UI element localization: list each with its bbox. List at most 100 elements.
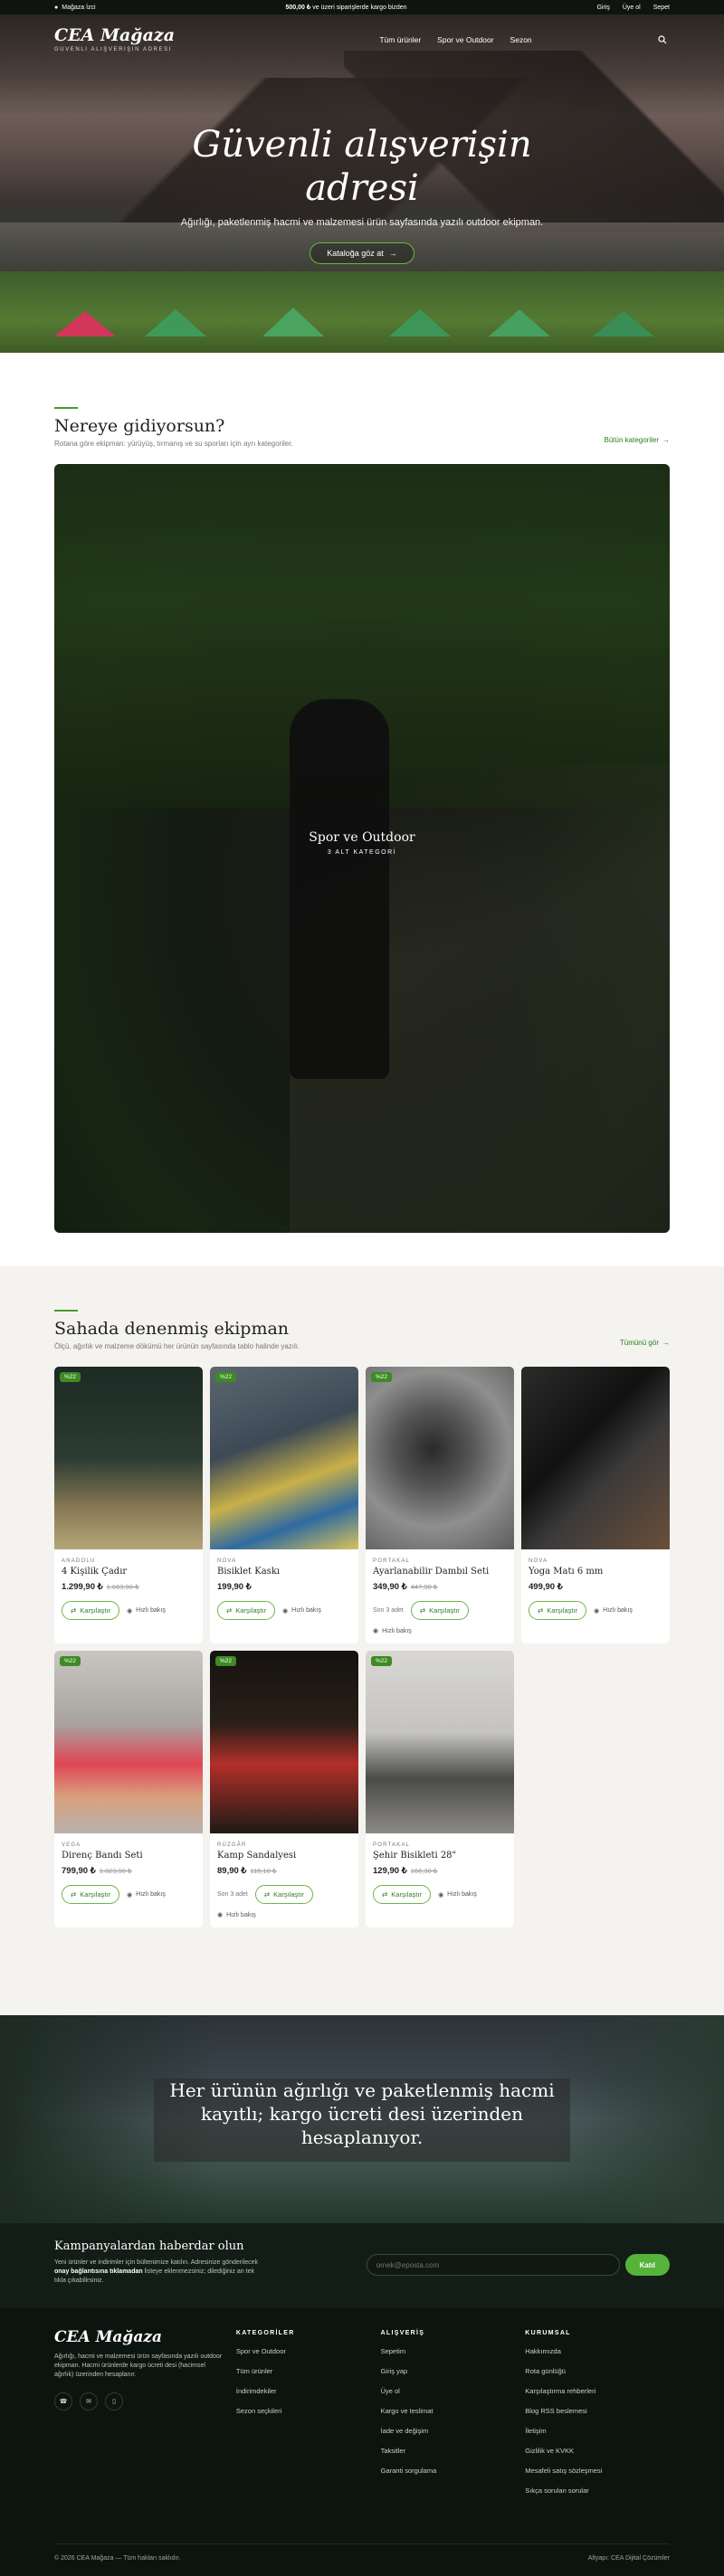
search-button[interactable] [655, 33, 670, 47]
discount-badge: %22 [215, 1656, 237, 1666]
product-image[interactable] [521, 1367, 670, 1549]
destinations-section: Nereye gidiyorsun? Rotana göre ekipman: … [0, 353, 724, 1266]
nav-all-products[interactable]: Tüm ürünler [379, 35, 421, 44]
quick-view-button[interactable]: ◉ Hızlı bakış [373, 1627, 412, 1635]
footer-link[interactable]: Tüm ürünler [236, 2367, 381, 2375]
nav-season[interactable]: Sezon [510, 35, 532, 44]
product-card[interactable]: NOVA Yoga Matı 6 mm 499,90 ₺ ⇄ Karşılaştır ◉ H… [521, 1367, 670, 1643]
shipping-text: ve üzeri siparişlerde kargo bizden [310, 5, 407, 11]
login-link[interactable]: Giriş [596, 5, 609, 11]
compare-button[interactable]: ⇄ Karşılaştır [410, 1601, 469, 1620]
product-name[interactable]: Direnç Bandı Seti [62, 1851, 195, 1861]
register-link[interactable]: Üye ol [623, 5, 641, 11]
product-name[interactable]: Yoga Matı 6 mm [529, 1567, 662, 1577]
newsletter-form: Katıl [366, 2254, 670, 2276]
footer-link[interactable]: Garanti sorgulama [381, 2467, 526, 2475]
quick-view-label: Hızlı bakış [136, 1891, 166, 1898]
product-image[interactable]: %22 [366, 1651, 514, 1833]
mail-icon[interactable]: ✉ [80, 2392, 98, 2410]
quick-view-label: Hızlı bakış [447, 1891, 477, 1898]
product-card[interactable]: %22 ANADOLU 4 Kişilik Çadır 1.299,90 ₺ 1.663… [54, 1367, 203, 1643]
site-logo[interactable]: CEA Mağaza GÜVENLİ ALIŞVERİŞİN ADRESİ [54, 27, 175, 53]
store-location[interactable]: ● Mağaza İzci [54, 5, 96, 11]
newsletter-submit-button[interactable]: Katıl [624, 2254, 670, 2276]
catalog-button[interactable]: Kataloğa göz at → [310, 242, 414, 264]
quick-view-button[interactable]: ◉ Hızlı bakış [438, 1891, 477, 1899]
product-image[interactable]: %22 [210, 1651, 358, 1833]
all-categories-link[interactable]: Bütün kategoriler → [605, 436, 670, 444]
footer-link[interactable]: İade ve değişim [381, 2427, 526, 2435]
compare-button[interactable]: ⇄ Karşılaştır [529, 1601, 587, 1620]
product-name[interactable]: Bisiklet Kaskı [217, 1567, 351, 1577]
compare-button[interactable]: ⇄ Karşılaştır [254, 1885, 313, 1904]
quick-view-button[interactable]: ◉ Hızlı bakış [282, 1607, 321, 1615]
product-card[interactable]: %22 PORTAKAL Ayarlanabilir Dambıl Seti 349,… [366, 1367, 514, 1643]
footer-link[interactable]: İletişim [525, 2427, 670, 2435]
old-price: 447,90 ₺ [410, 1583, 438, 1591]
footer-logo[interactable]: CEA Mağaza [54, 2330, 236, 2345]
footer-link[interactable]: Mesafeli satış sözleşmesi [525, 2467, 670, 2475]
newsletter-title: Kampanyalardan haberdar olun [54, 2240, 244, 2253]
compare-label: Karşılaştır [429, 1606, 460, 1615]
product-image[interactable]: %22 [54, 1651, 203, 1833]
compare-button[interactable]: ⇄ Karşılaştır [62, 1885, 120, 1904]
compare-label: Karşılaştır [273, 1890, 304, 1899]
tent-illustration [145, 309, 206, 336]
quick-view-button[interactable]: ◉ Hızlı bakış [127, 1891, 166, 1899]
footer-col-shopping: ALIŞVERİŞ Sepetim Giriş yap Üye ol Kargo ve… [381, 2330, 526, 2506]
product-price: 499,90 ₺ [529, 1582, 662, 1592]
quick-view-button[interactable]: ◉ Hızlı bakış [127, 1607, 166, 1615]
main-nav: CEA Mağaza GÜVENLİ ALIŞVERİŞİN ADRESİ Tü… [54, 27, 670, 52]
footer-link[interactable]: Spor ve Outdoor [236, 2347, 381, 2355]
banner-line1: Her ürünün ağırlığı ve paketlenmiş hacmi [169, 2079, 555, 2101]
footer-link[interactable]: Giriş yap [381, 2367, 526, 2375]
mobile-icon[interactable]: ▯ [105, 2392, 123, 2410]
product-image[interactable]: %22 [210, 1367, 358, 1549]
product-price: 199,90 ₺ [217, 1582, 351, 1592]
quick-view-button[interactable]: ◉ Hızlı bakış [594, 1607, 633, 1615]
footer-link[interactable]: Kargo ve teslimat [381, 2407, 526, 2415]
product-name[interactable]: Ayarlanabilir Dambıl Seti [373, 1567, 507, 1577]
footer-link[interactable]: Blog RSS beslemesi [525, 2407, 670, 2415]
compare-label: Karşılaştır [80, 1606, 111, 1615]
cart-link[interactable]: Sepet [653, 5, 670, 11]
platform-credit[interactable]: Altyapı: CEA Dijital Çözümler [588, 2555, 670, 2562]
compare-button[interactable]: ⇄ Karşılaştır [373, 1885, 432, 1904]
footer-bottom: © 2026 CEA Mağaza — Tüm hakları saklıdır… [54, 2543, 670, 2562]
product-name[interactable]: 4 Kişilik Çadır [62, 1567, 195, 1577]
footer-link[interactable]: İndirimdekiler [236, 2387, 381, 2395]
footer-link[interactable]: Hakkımızda [525, 2347, 670, 2355]
footer-link[interactable]: Sıkça sorulan sorular [525, 2486, 670, 2495]
location-pin-icon: ● [54, 4, 59, 11]
product-name[interactable]: Kamp Sandalyesi [217, 1851, 351, 1861]
catalog-button-label: Kataloğa göz at [327, 249, 384, 258]
product-card[interactable]: %22 PORTAKAL Şehir Bisikleti 28" 129,90 ₺ 16… [366, 1651, 514, 1927]
current-price: 129,90 ₺ [373, 1866, 407, 1876]
compare-label: Karşılaştır [547, 1606, 578, 1615]
destinations-subtitle: Rotana göre ekipman: yürüyüş, tırmanış v… [54, 440, 293, 448]
compare-button[interactable]: ⇄ Karşılaştır [217, 1601, 276, 1620]
compare-icon: ⇄ [263, 1890, 271, 1899]
product-card[interactable]: %22 NOVA Bisiklet Kaskı 199,90 ₺ ⇄ Karşılaştı… [210, 1367, 358, 1643]
footer-link[interactable]: Üye ol [381, 2387, 526, 2395]
footer-link[interactable]: Sezon seçkileri [236, 2407, 381, 2415]
product-card[interactable]: %22 VEGA Direnç Bandı Seti 799,90 ₺ 1.023,90… [54, 1651, 203, 1927]
footer-link[interactable]: Taksitler [381, 2447, 526, 2455]
footer-link[interactable]: Gizlilik ve KVKK [525, 2447, 670, 2455]
category-card-sport-outdoor[interactable]: Spor ve Outdoor 3 ALT KATEGORİ [54, 464, 670, 1233]
product-image[interactable]: %22 [366, 1367, 514, 1549]
compare-button[interactable]: ⇄ Karşılaştır [62, 1601, 120, 1620]
footer-link[interactable]: Rota günlüğü [525, 2367, 670, 2375]
see-all-link[interactable]: Tümünü gör → [620, 1339, 670, 1347]
quick-view-button[interactable]: ◉ Hızlı bakış [217, 1911, 256, 1919]
product-image[interactable]: %22 [54, 1367, 203, 1549]
phone-icon[interactable]: ☎ [54, 2392, 72, 2410]
product-name[interactable]: Şehir Bisikleti 28" [373, 1851, 507, 1861]
product-card[interactable]: %22 RÜZGÂR Kamp Sandalyesi 89,90 ₺ 115,10 ₺ S… [210, 1651, 358, 1927]
footer-link[interactable]: Karşılaştırma rehberleri [525, 2387, 670, 2395]
footer-link[interactable]: Sepetim [381, 2347, 526, 2355]
quick-view-label: Hızlı bakış [603, 1607, 633, 1614]
newsletter-email-input[interactable] [366, 2254, 620, 2276]
arrow-right-icon: → [662, 436, 670, 444]
nav-sport-outdoor[interactable]: Spor ve Outdoor [437, 35, 493, 44]
